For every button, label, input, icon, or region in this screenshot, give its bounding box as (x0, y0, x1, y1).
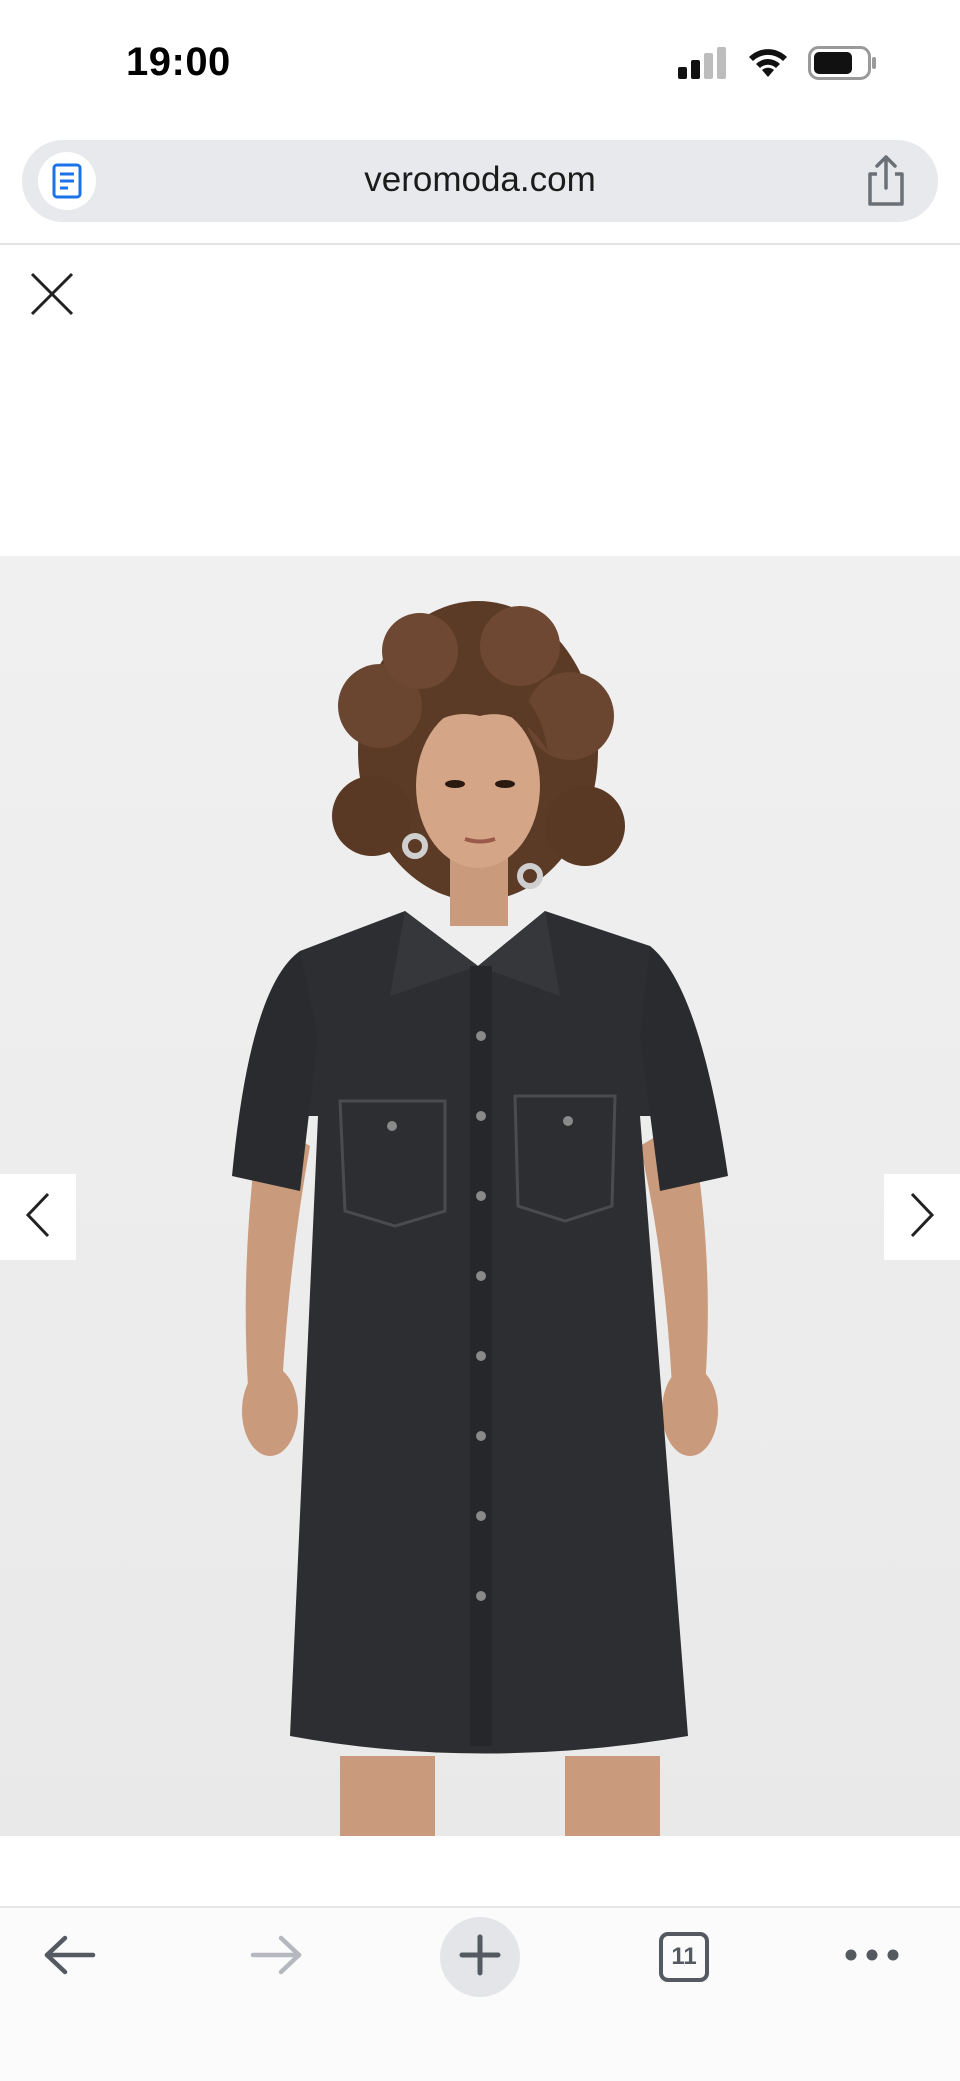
arrow-left-icon (43, 1935, 97, 1980)
url-text[interactable]: veromoda.com (22, 160, 938, 200)
signal-icon (678, 47, 728, 79)
chevron-right-icon (908, 1191, 936, 1244)
status-icons (678, 46, 878, 80)
browser-toolbar: 11 (0, 1908, 960, 2081)
carousel-next-button[interactable] (884, 1174, 960, 1260)
status-bar: 19:00 (0, 0, 960, 130)
header-divider (0, 243, 960, 245)
close-icon[interactable] (26, 268, 78, 320)
back-button[interactable] (30, 1908, 110, 2006)
address-bar[interactable]: veromoda.com (22, 140, 938, 222)
wifi-icon (746, 47, 790, 79)
carousel-prev-button[interactable] (0, 1174, 76, 1260)
forward-button[interactable] (236, 1908, 316, 2006)
arrow-right-icon (249, 1935, 303, 1980)
tabs-button[interactable]: 11 (644, 1908, 724, 2006)
new-tab-button[interactable] (440, 1917, 520, 1997)
more-button[interactable] (832, 1908, 912, 2006)
chevron-left-icon (24, 1191, 52, 1244)
battery-icon (808, 46, 878, 80)
status-time: 19:00 (126, 40, 231, 84)
product-image[interactable] (0, 556, 960, 1836)
tabs-icon: 11 (659, 1932, 709, 1982)
plus-icon (459, 1934, 501, 1981)
more-icon (845, 1948, 899, 1966)
share-icon[interactable] (862, 154, 910, 208)
